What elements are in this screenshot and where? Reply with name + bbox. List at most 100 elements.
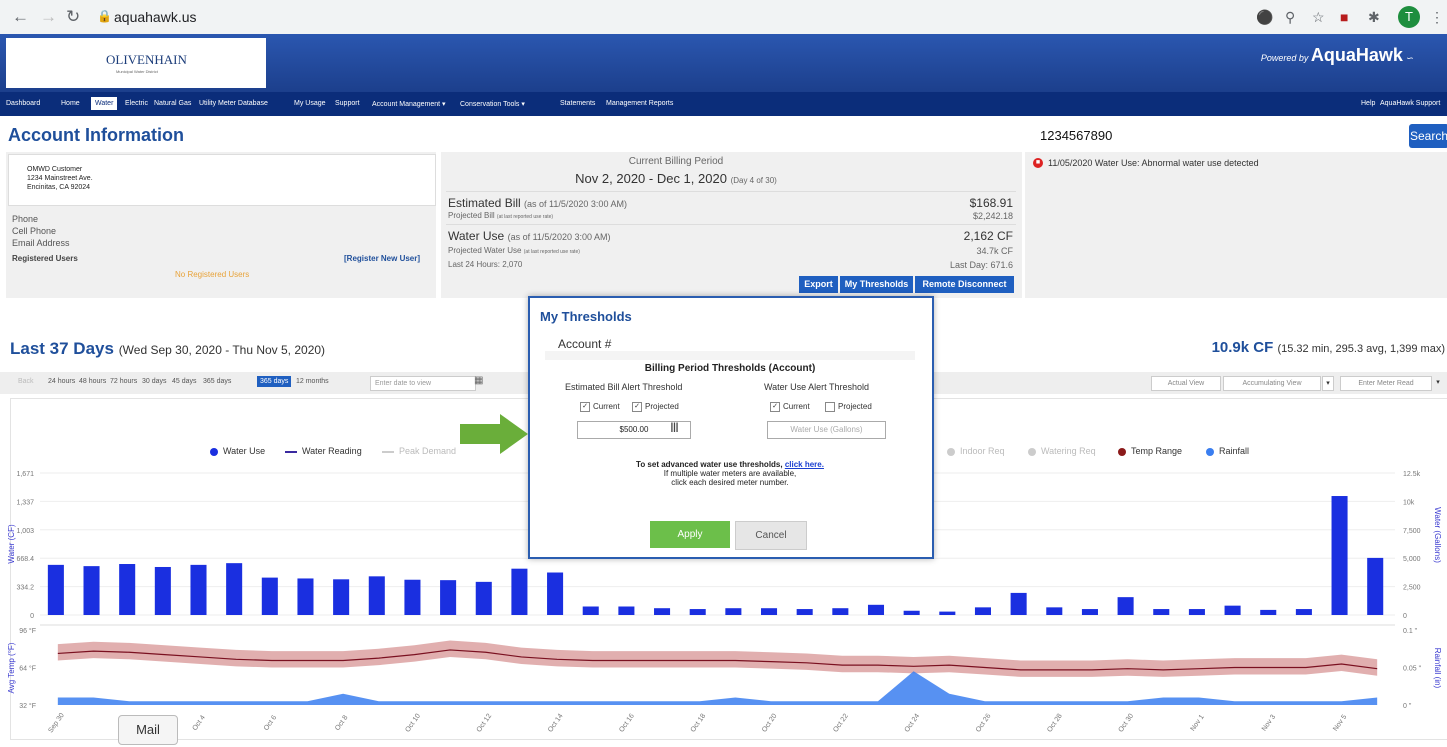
advanced-threshold-text: To set advanced water use thresholds, cl… — [530, 460, 930, 487]
temp-tick-label: 32 °F — [19, 702, 36, 710]
usage-bar — [832, 608, 849, 615]
y2-tick-label: 0 — [1403, 613, 1407, 620]
usage-bar — [1295, 609, 1312, 615]
checkbox-label: Current — [593, 402, 620, 412]
usage-bar — [689, 609, 706, 615]
y-axis-label: Water (CF) — [7, 524, 16, 564]
rain-tick-label: 0 " — [1403, 703, 1412, 710]
usage-bar — [368, 576, 385, 615]
usage-bar — [618, 606, 635, 615]
usage-bar — [725, 608, 742, 615]
usage-bar — [154, 566, 171, 615]
checkbox-label: Current — [783, 402, 810, 412]
usage-bar — [119, 564, 136, 615]
y-tick-label: 0 — [30, 613, 34, 620]
rain-tick-label: 0.1 " — [1403, 628, 1418, 635]
checkbox-unchecked-icon[interactable] — [825, 402, 835, 412]
water-projected-checkbox[interactable]: Projected — [825, 402, 872, 412]
usage-bar — [796, 609, 813, 615]
text-cursor-icon: Ⅲ — [670, 420, 679, 435]
water-threshold-input[interactable]: Water Use (Gallons) — [767, 421, 886, 439]
usage-bar — [1188, 609, 1205, 615]
usage-bar — [939, 611, 956, 615]
account-hash-label: Account # — [558, 337, 612, 351]
usage-bar — [297, 578, 314, 615]
x-tick-label: Oct 8 — [334, 714, 349, 732]
usage-bar — [1046, 607, 1063, 615]
x-tick-label: Oct 10 — [404, 713, 422, 734]
usage-bar — [1260, 609, 1277, 615]
usage-bar — [903, 610, 920, 615]
y-tick-label: 334.2 — [16, 585, 34, 592]
checkbox-checked-icon[interactable]: ✓ — [770, 402, 780, 412]
usage-bar — [1010, 592, 1027, 615]
usage-bar — [974, 607, 991, 615]
usage-bar — [47, 564, 64, 615]
water-current-checkbox[interactable]: ✓ Current — [770, 402, 810, 412]
usage-bar — [83, 566, 100, 615]
water-threshold-title: Water Use Alert Threshold — [764, 382, 870, 392]
x-tick-label: Oct 12 — [476, 713, 494, 734]
y-tick-label: 1,003 — [16, 528, 34, 535]
x-tick-label: Sep 30 — [47, 712, 66, 734]
x-tick-label: Oct 4 — [192, 714, 207, 732]
temp-tick-label: 64 °F — [19, 665, 36, 673]
x-tick-label: Nov 5 — [1332, 714, 1348, 733]
y2-axis-label: Water (Gallons) — [1433, 507, 1442, 563]
bill-threshold-title: Estimated Bill Alert Threshold — [565, 382, 683, 392]
usage-bar — [582, 606, 599, 615]
x-tick-label: Oct 22 — [832, 713, 850, 734]
y-tick-label: 668.4 — [16, 556, 34, 563]
y2-tick-label: 7,500 — [1403, 528, 1421, 535]
account-band — [545, 351, 915, 360]
y-tick-label: 1,671 — [16, 471, 34, 478]
temp-range-band — [57, 640, 1378, 677]
usage-bar — [1117, 597, 1134, 615]
x-tick-label: Oct 26 — [975, 713, 993, 734]
checkbox-label: Projected — [838, 402, 872, 412]
usage-bar — [1331, 496, 1348, 615]
x-tick-label: Oct 20 — [761, 713, 779, 734]
y2-tick-label: 2,500 — [1403, 585, 1421, 592]
y2-tick-label: 12.5k — [1403, 471, 1421, 478]
temp-tick-label: 96 °F — [19, 627, 36, 635]
x-tick-label: Nov 1 — [1190, 714, 1206, 733]
click-here-link[interactable]: click here. — [785, 460, 824, 469]
checkbox-checked-icon[interactable]: ✓ — [632, 402, 642, 412]
usage-bar — [761, 608, 778, 615]
y2-tick-label: 10k — [1403, 499, 1415, 506]
modal-title: My Thresholds — [540, 309, 632, 324]
usage-bar — [440, 580, 457, 615]
usage-bar — [261, 577, 278, 615]
x-tick-label: Oct 14 — [547, 713, 565, 734]
usage-bar — [654, 608, 671, 615]
x-tick-label: Oct 16 — [618, 713, 636, 734]
usage-bar — [1367, 557, 1384, 615]
adv-text: To set advanced water use thresholds, — [636, 460, 783, 469]
usage-bar — [404, 579, 421, 615]
rain-axis-label: Rainfall (in) — [1433, 648, 1442, 689]
y-tick-label: 1,337 — [16, 499, 34, 506]
cancel-button[interactable]: Cancel — [735, 521, 807, 550]
x-tick-label: Oct 28 — [1046, 713, 1064, 734]
checkbox-label: Projected — [645, 402, 679, 412]
rain-tick-label: 0.05 " — [1403, 666, 1422, 673]
temp-axis-label: Avg Temp (°F) — [7, 642, 16, 693]
x-tick-label: Oct 24 — [904, 713, 922, 734]
mail-taskbar-button[interactable]: Mail — [118, 715, 178, 745]
multi-meter-text1: If multiple water meters are available, — [663, 469, 797, 478]
usage-bar — [1081, 609, 1098, 615]
annotation-arrow-icon — [460, 414, 528, 454]
usage-bar — [475, 581, 492, 615]
bill-projected-checkbox[interactable]: ✓ Projected — [632, 402, 679, 412]
usage-bar — [226, 563, 243, 615]
checkbox-checked-icon[interactable]: ✓ — [580, 402, 590, 412]
y2-tick-label: 5,000 — [1403, 556, 1421, 563]
apply-button[interactable]: Apply — [650, 521, 730, 548]
x-tick-label: Nov 3 — [1261, 714, 1277, 733]
x-tick-label: Oct 18 — [690, 713, 708, 734]
bill-current-checkbox[interactable]: ✓ Current — [580, 402, 620, 412]
multi-meter-text2: click each desired meter number. — [671, 478, 789, 487]
usage-bar — [511, 568, 528, 615]
billing-thresholds-title: Billing Period Thresholds (Account) — [644, 363, 816, 374]
